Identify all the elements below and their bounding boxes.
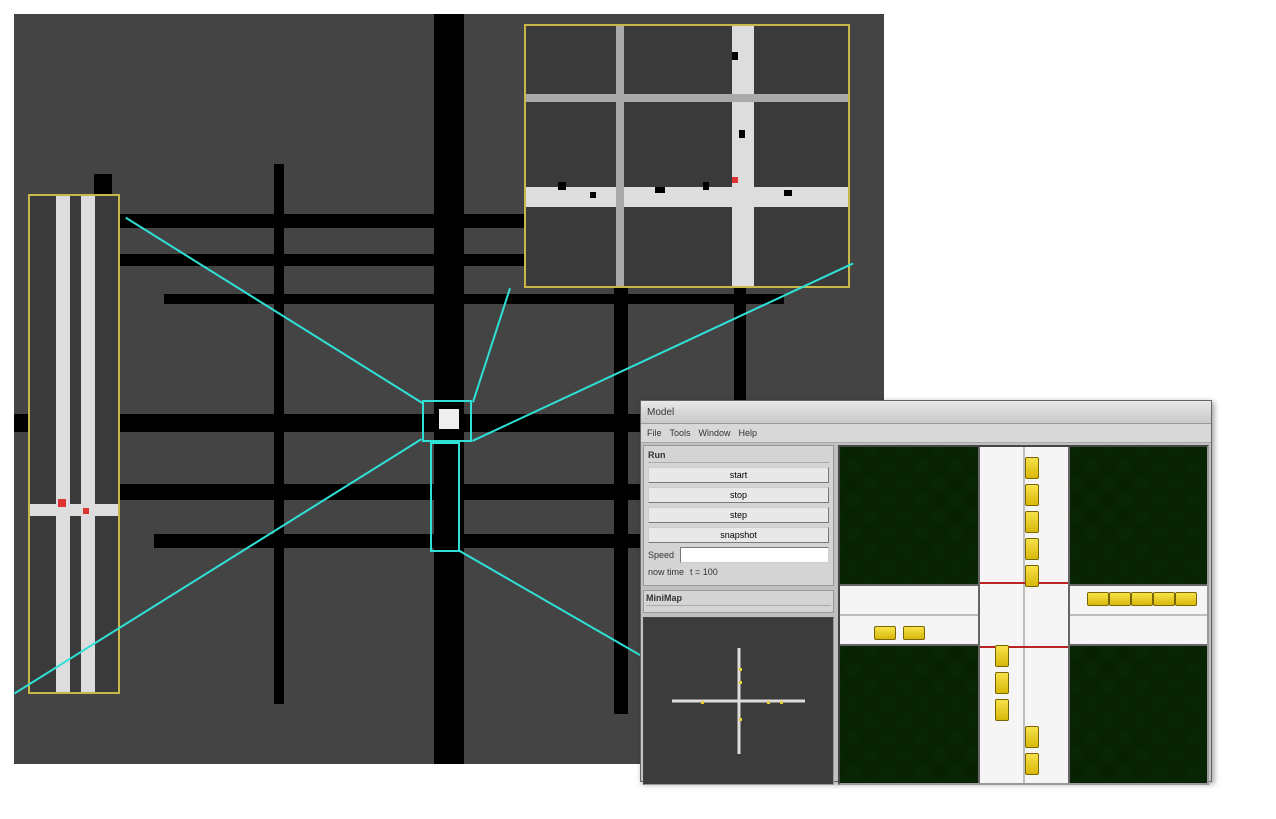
view3d-canvas[interactable]	[838, 445, 1209, 785]
sim-menubar[interactable]: File Tools Window Help	[641, 424, 1211, 443]
sim-window-titlebar[interactable]: Model	[641, 401, 1211, 424]
control-panel: Run start stop step snapshot Speed now t…	[643, 445, 834, 586]
selection-box-south	[430, 442, 460, 552]
sim-window-title: Model	[647, 407, 674, 418]
vehicle	[1131, 592, 1153, 606]
minimap-panel: MiniMap	[643, 590, 834, 613]
speed-label: Speed	[648, 550, 674, 560]
snapshot-button[interactable]: snapshot	[648, 527, 829, 543]
vehicle	[903, 626, 925, 640]
vehicle	[1025, 484, 1039, 506]
simulation-window[interactable]: Model File Tools Window Help Run start s…	[640, 400, 1212, 782]
vehicle	[1025, 726, 1039, 748]
vehicle	[1025, 457, 1039, 479]
menu-file[interactable]: File	[647, 428, 662, 438]
vehicle	[995, 672, 1009, 694]
vehicle	[1025, 565, 1039, 587]
speed-input[interactable]	[680, 547, 829, 563]
vehicle	[1153, 592, 1175, 606]
vehicle	[1109, 592, 1131, 606]
vehicle	[995, 699, 1009, 721]
vehicle	[1087, 592, 1109, 606]
menu-window[interactable]: Window	[699, 428, 731, 438]
vehicle	[874, 626, 896, 640]
vehicle	[995, 645, 1009, 667]
minimap-canvas[interactable]	[643, 617, 834, 785]
start-button[interactable]: start	[648, 467, 829, 483]
control-panel-title: Run	[648, 450, 829, 463]
inset-zoom-left	[28, 194, 120, 694]
vehicle	[1025, 511, 1039, 533]
step-button[interactable]: step	[648, 507, 829, 523]
selection-box-center	[422, 400, 472, 442]
time-label: now time	[648, 567, 684, 577]
minimap-title: MiniMap	[646, 593, 831, 606]
vehicle	[1025, 753, 1039, 775]
time-value: t = 100	[690, 567, 718, 577]
inset-zoom-top-right	[524, 24, 850, 288]
vehicle	[1175, 592, 1197, 606]
vehicle	[1025, 538, 1039, 560]
stop-button[interactable]: stop	[648, 487, 829, 503]
menu-tools[interactable]: Tools	[670, 428, 691, 438]
menu-help[interactable]: Help	[739, 428, 758, 438]
